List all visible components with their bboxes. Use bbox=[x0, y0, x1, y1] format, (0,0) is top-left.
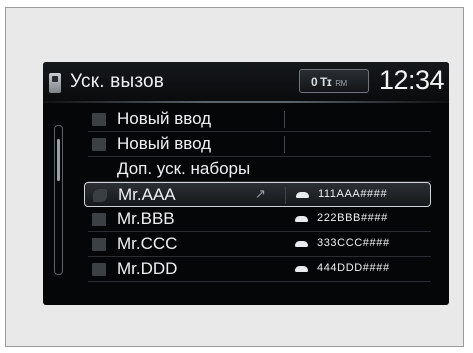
list-item-mr-aaa[interactable]: Mr.AAA ↗ 111AAA#### bbox=[84, 182, 431, 207]
new-entry-icon bbox=[92, 213, 106, 226]
column-divider bbox=[284, 111, 285, 128]
display-screen: Уск. вызов 0 Tɪ RM 12:34 Новый ввод Новый… bbox=[43, 62, 449, 305]
list-item-label: Mr.AAA bbox=[118, 185, 176, 204]
new-entry-icon bbox=[92, 238, 106, 251]
phone-number-icon bbox=[295, 241, 308, 247]
handset-icon bbox=[93, 189, 107, 202]
list-item-label: Доп. уск. наборы bbox=[117, 159, 251, 178]
list-item-new-entry-2[interactable]: Новый ввод bbox=[88, 132, 431, 157]
status-text: 0 Tɪ bbox=[311, 75, 332, 89]
list-item-number: 444DDD#### bbox=[317, 262, 390, 274]
new-entry-icon bbox=[92, 263, 106, 276]
phone-icon bbox=[49, 73, 61, 93]
phone-number-icon bbox=[295, 216, 308, 222]
header-divider bbox=[43, 101, 449, 103]
list-item-label: Mr.DDD bbox=[117, 259, 178, 278]
list-item-number: 111AAA#### bbox=[318, 188, 388, 200]
list-item-label: Новый ввод bbox=[117, 134, 212, 153]
list-item-new-entry-1[interactable]: Новый ввод bbox=[88, 107, 431, 132]
column-divider bbox=[284, 136, 285, 153]
new-entry-icon bbox=[92, 138, 106, 151]
list-item-number: 333CCC#### bbox=[317, 237, 390, 249]
status-sub-text: RM bbox=[335, 79, 347, 88]
phone-number-icon bbox=[296, 192, 309, 198]
list-item-extra-speed-dials[interactable]: Доп. уск. наборы bbox=[88, 157, 431, 182]
column-divider bbox=[285, 187, 286, 204]
header-bar: Уск. вызов 0 Tɪ RM 12:34 bbox=[43, 62, 449, 101]
new-entry-icon bbox=[92, 113, 106, 126]
list-item-label: Mr.CCC bbox=[117, 234, 178, 253]
voice-tag-icon: ↗ bbox=[255, 186, 266, 201]
scrollbar-thumb[interactable] bbox=[57, 139, 60, 181]
scrollbar[interactable] bbox=[54, 125, 63, 275]
figure-frame: Уск. вызов 0 Tɪ RM 12:34 Новый ввод Новый… bbox=[5, 7, 464, 347]
status-indicator: 0 Tɪ RM bbox=[299, 69, 369, 93]
list-item-mr-ccc[interactable]: Mr.CCC 333CCC#### bbox=[88, 232, 431, 257]
list-item-label: Mr.BBB bbox=[117, 209, 175, 228]
speed-dial-list: Новый ввод Новый ввод Доп. уск. наборы M… bbox=[84, 107, 431, 282]
phone-number-icon bbox=[295, 266, 308, 272]
list-item-label: Новый ввод bbox=[117, 109, 212, 128]
list-item-mr-bbb[interactable]: Mr.BBB 222BBB#### bbox=[88, 207, 431, 232]
list-item-mr-ddd[interactable]: Mr.DDD 444DDD#### bbox=[88, 257, 431, 282]
list-item-number: 222BBB#### bbox=[317, 212, 388, 224]
page-title: Уск. вызов bbox=[70, 71, 165, 92]
clock: 12:34 bbox=[379, 65, 445, 95]
